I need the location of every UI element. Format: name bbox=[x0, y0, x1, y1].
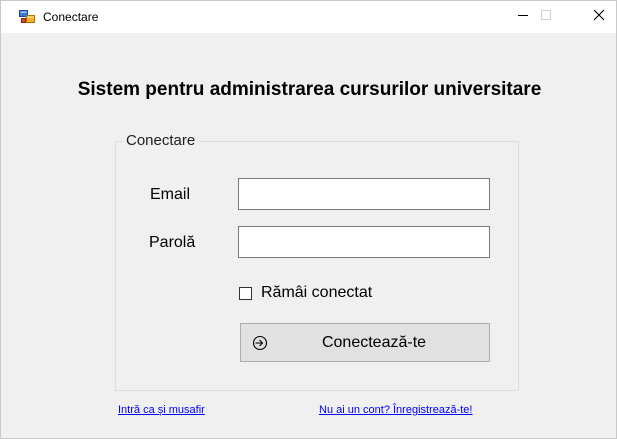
page-heading: Sistem pentru administrarea cursurilor u… bbox=[77, 79, 542, 100]
connect-button[interactable]: Conectează-te bbox=[240, 323, 490, 362]
email-field[interactable] bbox=[238, 178, 490, 210]
close-icon bbox=[593, 8, 605, 26]
remember-me-row[interactable]: Rămâi conectat bbox=[239, 284, 372, 302]
close-button[interactable] bbox=[576, 1, 617, 33]
password-field[interactable] bbox=[238, 226, 490, 258]
maximize-icon bbox=[540, 8, 552, 26]
login-window: Conectare Sistem pentru administrarea cu… bbox=[0, 0, 617, 439]
email-label: Email bbox=[150, 186, 191, 203]
register-link[interactable]: Nu ai un cont? Înregistrează-te! bbox=[319, 404, 472, 416]
remember-me-label[interactable]: Rămâi conectat bbox=[261, 284, 372, 302]
connect-button-label: Conectează-te bbox=[321, 334, 427, 351]
guest-login-link[interactable]: Intră ca și musafir bbox=[118, 404, 205, 416]
maximize-button[interactable] bbox=[523, 1, 569, 33]
remember-me-checkbox[interactable] bbox=[239, 286, 252, 300]
password-label: Parolă bbox=[149, 234, 196, 251]
window-title: Conectare bbox=[43, 10, 99, 24]
title-bar[interactable]: Conectare bbox=[1, 1, 616, 33]
groupbox-title: Conectare bbox=[122, 132, 200, 149]
windows-form-icon bbox=[19, 9, 35, 25]
